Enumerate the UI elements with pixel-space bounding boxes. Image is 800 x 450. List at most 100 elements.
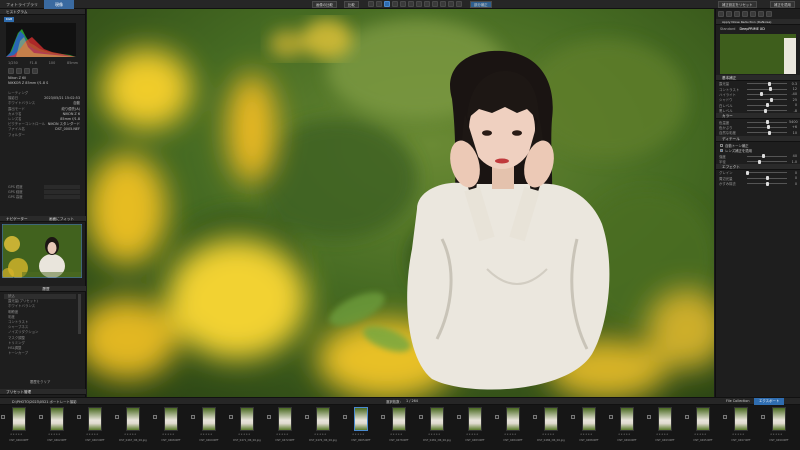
filmstrip-thumbnail[interactable]: ★★★★★ DST_0005.NEF [342, 407, 380, 449]
crop-icon[interactable] [368, 1, 374, 7]
filmstrip-thumbnail[interactable]: ★★★★★ DST_0469.NEF [190, 407, 228, 449]
slider-knob[interactable] [766, 120, 770, 125]
slider-value[interactable]: 0.3 [789, 82, 797, 86]
filmstrip-thumbnail[interactable]: ★★★★★ DST_0483.NEF [456, 407, 494, 449]
thumbnail-checkbox[interactable] [457, 415, 461, 419]
filmstrip-thumbnail[interactable]: ★★★★★ DST_0495.NEF [684, 407, 722, 449]
gps-field[interactable] [44, 185, 80, 189]
filmstrip-thumbnail[interactable]: ★★★★★ DST_0472.NEF [266, 407, 304, 449]
eyedropper-icon[interactable] [456, 1, 462, 7]
slider-track[interactable] [747, 176, 787, 181]
slider-track[interactable] [747, 108, 787, 113]
thumbnail-checkbox[interactable] [267, 415, 271, 419]
checkbox-row[interactable]: レンズ補正を適用 [720, 148, 796, 153]
slider-value[interactable]: 10 [789, 131, 797, 135]
folder-path[interactable]: D:\PHOTO\2023\0521 ポートレート撮影 [12, 399, 77, 404]
slider-value[interactable]: +6 [789, 125, 797, 129]
rating-stars[interactable]: ★★★★★ [124, 433, 137, 436]
slider-track[interactable] [747, 87, 787, 92]
slider-knob[interactable] [763, 108, 767, 113]
filmstrip-thumbnail[interactable]: ★★★★★ DST_0478.NEF [380, 407, 418, 449]
thumbnail-checkbox[interactable] [229, 415, 233, 419]
filmstrip-thumbnail[interactable]: ★★★★★ DST_0497.NEF [722, 407, 760, 449]
thumbnail-checkbox[interactable] [191, 415, 195, 419]
slider-value[interactable]: 25 [789, 98, 797, 102]
checkbox-auto-tone[interactable] [720, 143, 723, 147]
slider-track[interactable] [747, 103, 787, 108]
histogram-header[interactable]: ヒストグラム [0, 9, 85, 15]
filmstrip-thumbnail[interactable]: ★★★★★ DST_0490.NEF [608, 407, 646, 449]
straighten-icon[interactable] [376, 1, 382, 7]
rating-stars[interactable]: ★★★★★ [10, 433, 23, 436]
repair-brush-icon[interactable] [408, 1, 414, 7]
thumbnail-checkbox[interactable] [761, 415, 765, 419]
rating-stars[interactable]: ★★★★★ [48, 433, 61, 436]
thumbnail-checkbox[interactable] [495, 415, 499, 419]
filmstrip-thumbnail[interactable]: ★★★★★ DST_0471_DR_06.jpg [228, 407, 266, 449]
local-adjust-button[interactable]: 部分補正 [470, 1, 492, 8]
thumbnail-checkbox[interactable] [381, 415, 385, 419]
slider-value[interactable]: 0 [789, 182, 797, 186]
slider-track[interactable] [747, 97, 787, 102]
filmstrip-thumbnail[interactable]: ★★★★★ DST_0486_DR_06.jpg [532, 407, 570, 449]
rating-stars[interactable]: ★★★★★ [86, 433, 99, 436]
compare-button[interactable]: 比較 [344, 1, 359, 8]
thumbnail-checkbox[interactable] [153, 415, 157, 419]
navigator-zoom[interactable]: 画面にフィット [43, 216, 86, 222]
shadow-warning-icon[interactable] [16, 68, 22, 75]
rating-stars[interactable]: ★★★★★ [200, 433, 213, 436]
rating-stars[interactable]: ★★★★★ [276, 433, 289, 436]
filmstrip-thumbnail[interactable]: ★★★★★ DST_0467_DR_06.jpg [114, 407, 152, 449]
presets-header[interactable]: プリセット管理 [0, 389, 86, 395]
thumbnail-checkbox[interactable] [533, 415, 537, 419]
slider-track[interactable] [747, 125, 787, 130]
rating-stars[interactable]: ★★★★★ [618, 433, 631, 436]
filmstrip-thumbnail[interactable]: ★★★★★ DST_0468.NEF [152, 407, 190, 449]
zoom-icon[interactable] [392, 1, 398, 7]
tab-develop[interactable]: 現像 [44, 0, 74, 9]
filmstrip-thumbnail[interactable]: ★★★★★ DST_0484.NEF [494, 407, 532, 449]
slider-knob[interactable] [765, 176, 769, 181]
radio-standard[interactable]: Standard [720, 27, 735, 31]
slider-value[interactable]: 1.0 [789, 160, 797, 164]
redeye-icon[interactable] [400, 1, 406, 7]
rating-stars[interactable]: ★★★★★ [694, 433, 707, 436]
rating-stars[interactable]: ★★★★★ [314, 433, 327, 436]
mask-brush-icon[interactable] [424, 1, 430, 7]
filmstrip-thumbnail[interactable]: ★★★★★ DST_0463.NEF [76, 407, 114, 449]
filmpack-icon[interactable] [758, 11, 764, 17]
navigator-preview[interactable] [2, 224, 82, 278]
filmstrip-thumbnail[interactable]: ★★★★★ DST_0488.NEF [570, 407, 608, 449]
hand-tool-icon[interactable] [384, 1, 390, 7]
palette-icon[interactable] [734, 11, 740, 17]
filmstrip-thumbnail[interactable]: ★★★★★ DST_0460.NEF [0, 407, 38, 449]
clone-icon[interactable] [416, 1, 422, 7]
auto-mask-icon[interactable] [448, 1, 454, 7]
geometry-icon[interactable] [750, 11, 756, 17]
thumbnail-checkbox[interactable] [571, 415, 575, 419]
slider-track[interactable] [747, 120, 787, 125]
slider-value[interactable]: 12 [789, 87, 797, 91]
rating-stars[interactable]: ★★★★★ [580, 433, 593, 436]
thumbnail-checkbox[interactable] [685, 415, 689, 419]
file-collection-button[interactable]: File Collection [726, 399, 750, 403]
thumbnail-checkbox[interactable] [115, 415, 119, 419]
rating-stars[interactable]: ★★★★★ [162, 433, 175, 436]
checkbox-lens[interactable] [720, 148, 723, 152]
slider-value[interactable]: 5400 [789, 120, 798, 124]
slider-knob[interactable] [765, 103, 769, 108]
gps-field[interactable] [44, 195, 80, 200]
rating-stars[interactable]: ★★★★★ [390, 433, 403, 436]
presets-icon[interactable] [718, 11, 724, 17]
slider-knob[interactable] [745, 170, 749, 175]
radio-deepprime[interactable]: DeepPRIME XD [739, 27, 764, 31]
clear-history-button[interactable]: 履歴をクリア [30, 379, 50, 384]
rating-stars[interactable]: ★★★★★ [770, 433, 783, 436]
filmstrip-thumbnail[interactable]: ★★★★★ DST_0481_DR_06.jpg [418, 407, 456, 449]
history-scrollbar[interactable] [78, 294, 81, 334]
tab-photo-library[interactable]: フォトライブラリ [2, 0, 44, 9]
slider-knob[interactable] [759, 92, 763, 97]
slider-value[interactable]: -40 [789, 92, 797, 96]
slider-track[interactable] [747, 92, 787, 97]
focus-mask-icon[interactable] [24, 68, 30, 75]
